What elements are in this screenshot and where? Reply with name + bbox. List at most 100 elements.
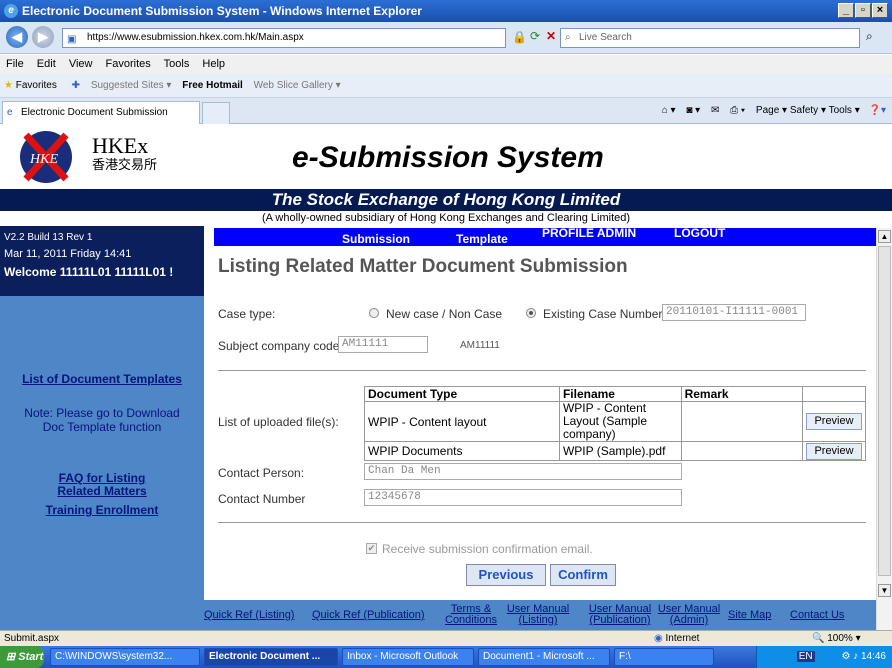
clock[interactable]: 14:46 <box>861 651 886 662</box>
logo-name: HKEx <box>92 133 149 158</box>
previous-button[interactable]: Previous <box>466 564 546 586</box>
zone-text: Internet <box>665 633 700 644</box>
status-text: Submit.aspx <box>4 633 60 644</box>
mail-icon[interactable]: ✉ <box>711 105 719 116</box>
fav-suggested-sites[interactable]: Suggested Sites ▾ <box>91 80 172 91</box>
page-safety-tools-menu[interactable]: Page ▾ Safety ▾ Tools ▾ <box>756 105 860 116</box>
existing-case-label: Existing Case Number: <box>543 307 666 321</box>
col-action <box>802 386 866 402</box>
footer-links: Quick Ref (Listing) Quick Ref (Publicati… <box>204 600 876 630</box>
taskbar: ⊞ Start C:\WINDOWS\system32... Electroni… <box>0 646 892 668</box>
menu-help[interactable]: Help <box>202 58 225 70</box>
add-favorite-icon[interactable]: ✚ <box>72 80 80 91</box>
footer-manual-publication[interactable]: User Manual (Publication) <box>588 604 652 626</box>
footer-site-map[interactable]: Site Map <box>728 610 771 621</box>
footer-quick-ref-publication[interactable]: Quick Ref (Publication) <box>312 610 425 621</box>
org-name-banner: The Stock Exchange of Hong Kong Limited <box>0 189 892 211</box>
footer-contact-us[interactable]: Contact Us <box>790 610 844 621</box>
forward-button[interactable]: ▶ <box>32 26 54 48</box>
preview-button[interactable]: Preview <box>806 442 862 460</box>
email-confirm-label: Receive submission confirmation email. <box>382 542 593 556</box>
task-word[interactable]: Document1 - Microsoft ... <box>478 648 610 666</box>
fav-web-slice-gallery[interactable]: Web Slice Gallery ▾ <box>254 80 341 91</box>
sidebar: V2.2 Build 13 Rev 1 Mar 11, 2011 Friday … <box>0 226 204 630</box>
search-input[interactable]: ⌕ Live Search <box>560 28 860 48</box>
main-content: Listing Related Matter Document Submissi… <box>204 246 876 600</box>
lock-icon[interactable]: 🔒 <box>512 30 527 44</box>
confirm-button[interactable]: Confirm <box>550 564 616 586</box>
task-explorer[interactable]: F:\ <box>614 648 714 666</box>
scroll-up-arrow[interactable]: ▲ <box>878 230 891 243</box>
contact-number-field[interactable]: 12345678 <box>364 489 682 506</box>
favorites-button[interactable]: Favorites <box>16 80 57 91</box>
tab-bar: e Electronic Document Submission System … <box>0 98 892 140</box>
link-training-enrollment[interactable]: Training Enrollment <box>0 503 204 517</box>
menu-bar: File Edit View Favorites Tools Help <box>0 55 892 74</box>
logo-text: HKEx 香港交易所 <box>92 135 157 173</box>
system-title: e-Submission System <box>292 141 604 174</box>
link-faq[interactable]: FAQ for Listing Related Matters <box>0 472 204 498</box>
subject-code-field[interactable]: AM11111 <box>338 336 428 353</box>
ie-icon: e <box>4 4 18 18</box>
zoom-text: 100% <box>827 633 853 644</box>
uploaded-files-table: Document Type Filename Remark WPIP - Con… <box>364 386 866 461</box>
scroll-thumb[interactable] <box>878 246 891 576</box>
task-ie[interactable]: Electronic Document ... <box>204 648 338 666</box>
task-cmd[interactable]: C:\WINDOWS\system32... <box>50 648 200 666</box>
home-icon[interactable]: ⌂ ▾ <box>662 105 676 116</box>
fav-free-hotmail[interactable]: Free Hotmail <box>182 80 243 91</box>
top-nav: Submission Template PROFILE ADMIN LOGOUT <box>214 226 880 246</box>
menu-file[interactable]: File <box>6 58 24 70</box>
stop-icon[interactable]: ✕ <box>546 29 556 43</box>
maximize-button[interactable]: ▫ <box>855 3 871 18</box>
contact-person-label: Contact Person: <box>218 466 305 480</box>
search-go-icon[interactable]: ⌕ <box>866 29 873 44</box>
menu-view[interactable]: View <box>69 58 93 70</box>
scroll-down-arrow[interactable]: ▼ <box>878 584 891 597</box>
tab-ie-icon: e <box>7 107 13 118</box>
minimize-button[interactable]: _ <box>838 3 854 18</box>
radio-new-case[interactable] <box>369 308 379 318</box>
footer-terms[interactable]: Terms & Conditions <box>442 604 500 626</box>
menu-tools[interactable]: Tools <box>164 58 190 70</box>
nav-template[interactable]: Template <box>456 232 508 246</box>
page-icon: ▣ <box>67 34 77 45</box>
tab-esubmission[interactable]: e Electronic Document Submission System <box>2 101 200 140</box>
contact-person-field[interactable]: Chan Da Men <box>364 463 682 480</box>
new-tab-button[interactable] <box>202 102 230 124</box>
tray-icons[interactable]: ⚙ ♪ <box>841 651 861 662</box>
svg-text:HKE: HKE <box>29 152 58 167</box>
address-bar-row: ◀ ▶ ▣ https://www.esubmission.hkex.com.h… <box>0 22 892 54</box>
task-outlook[interactable]: Inbox - Microsoft Outlook <box>342 648 474 666</box>
nav-submission[interactable]: Submission <box>342 232 410 246</box>
refresh-icon[interactable]: ⟳ <box>530 29 540 43</box>
radio-existing-case[interactable] <box>526 308 536 318</box>
contact-number-label: Contact Number <box>218 492 306 506</box>
menu-edit[interactable]: Edit <box>37 58 56 70</box>
footer-manual-listing[interactable]: User Manual (Listing) <box>506 604 570 626</box>
existing-case-field[interactable]: 20110101-I11111-0001 <box>662 304 806 321</box>
zoom-control[interactable]: 🔍 100% ▾ <box>812 631 861 647</box>
language-indicator[interactable]: EN <box>796 651 815 662</box>
footer-quick-ref-listing[interactable]: Quick Ref (Listing) <box>204 610 294 621</box>
print-icon[interactable]: ⎙ ▾ <box>730 105 745 116</box>
nav-logout[interactable]: LOGOUT <box>674 226 725 240</box>
menu-favorites[interactable]: Favorites <box>106 58 151 70</box>
close-button[interactable]: × <box>872 3 888 18</box>
file-type-cell: WPIP - Content layout <box>364 401 560 442</box>
feeds-icon[interactable]: ◙ ▾ <box>686 105 700 116</box>
subject-code-display: AM11111 <box>460 340 500 351</box>
help-icon[interactable]: ❓▾ <box>869 105 886 116</box>
preview-button[interactable]: Preview <box>806 413 862 430</box>
back-button[interactable]: ◀ <box>6 26 28 48</box>
link-document-templates[interactable]: List of Document Templates <box>0 372 204 386</box>
url-field[interactable]: ▣ https://www.esubmission.hkex.com.hk/Ma… <box>62 28 506 48</box>
site-header: HKE HKEx 香港交易所 e-Submission System <box>0 125 892 189</box>
page-scrollbar[interactable]: ▲ ▼ <box>876 228 892 630</box>
sidebar-info: V2.2 Build 13 Rev 1 Mar 11, 2011 Friday … <box>0 226 204 296</box>
email-confirm-checkbox[interactable]: ✔ <box>366 543 377 554</box>
nav-profile-admin[interactable]: PROFILE ADMIN <box>542 226 636 240</box>
command-bar: ⌂ ▾ ◙ ▾ ✉ ⎙ ▾ Page ▾ Safety ▾ Tools ▾ ❓▾ <box>662 98 886 124</box>
footer-manual-admin[interactable]: User Manual (Admin) <box>656 604 722 626</box>
start-button[interactable]: ⊞ Start <box>0 646 44 668</box>
